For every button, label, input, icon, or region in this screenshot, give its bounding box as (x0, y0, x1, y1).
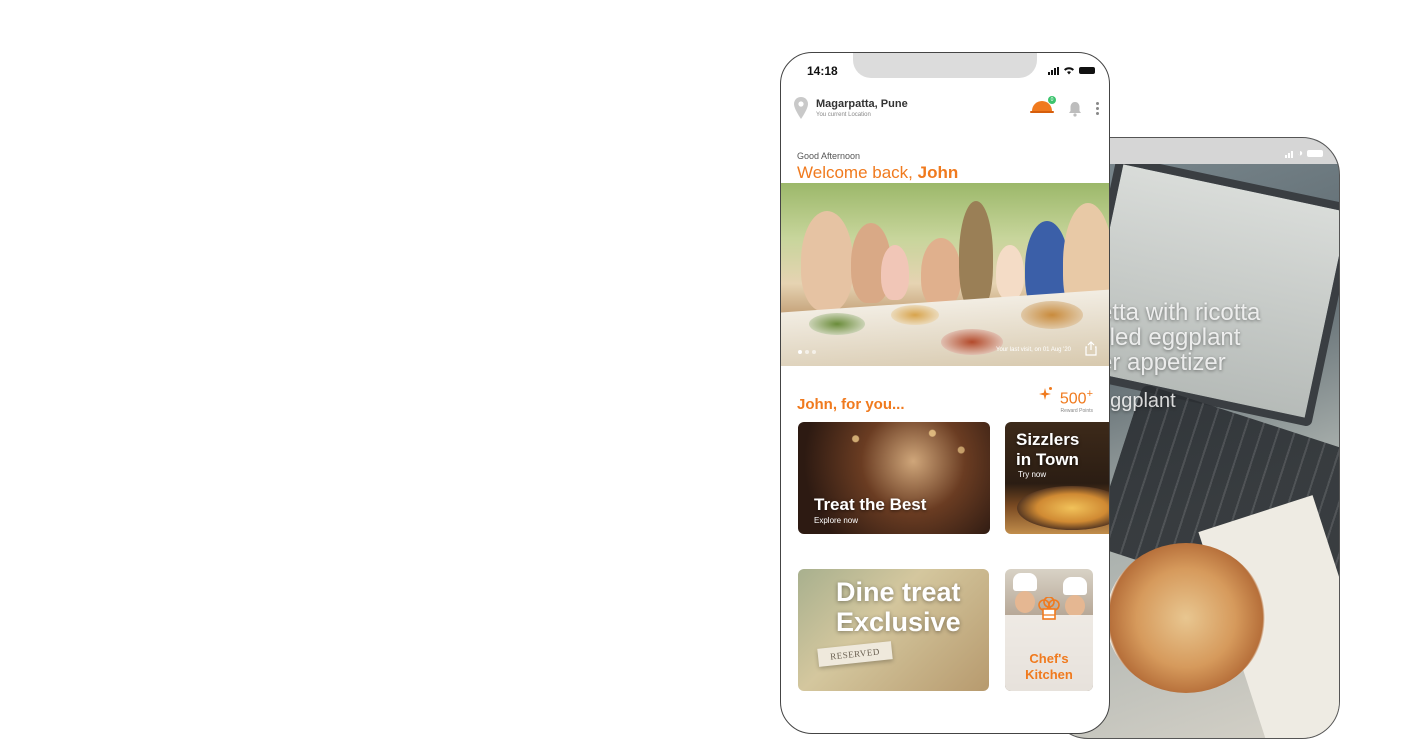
phone-notch (853, 53, 1037, 78)
food-plate (891, 305, 939, 325)
card-title: Chef's Kitchen (1005, 651, 1093, 683)
carousel-dots[interactable] (798, 350, 816, 354)
card-title-line: Sizzlers (1016, 430, 1080, 449)
signal-icon (1284, 150, 1293, 158)
caption-line: etta with ricotta (1099, 299, 1261, 326)
caption-line: illed eggplant (1099, 324, 1241, 351)
food-plate (809, 313, 865, 335)
person-figure (881, 245, 909, 300)
food-plate (1021, 301, 1083, 329)
location-subtitle: You current Location (816, 112, 871, 118)
share-icon[interactable] (1085, 341, 1097, 356)
location-title: Magarpatta, Pune (816, 98, 908, 110)
location-selector[interactable]: Magarpatta, Pune You current Location (794, 97, 908, 119)
recipe-caption: etta with ricotta illed eggplant er appe… (1099, 300, 1260, 414)
card-title: Dine treat Exclusive (836, 577, 961, 637)
card-title-line: Exclusive (836, 607, 961, 637)
bell-icon[interactable] (1068, 101, 1082, 117)
header-actions: 0 (1030, 96, 1099, 118)
caption-sub: eggplant (1099, 390, 1176, 412)
card-chefs-kitchen[interactable]: Chef's Kitchen (1005, 569, 1093, 691)
for-you-heading: John, for you... (797, 396, 905, 413)
battery-icon (1307, 150, 1323, 157)
caption-line: er appetizer (1099, 349, 1226, 376)
card-title-line: Kitchen (1025, 667, 1073, 682)
card-title: Treat the Best (814, 495, 927, 514)
card-sizzlers[interactable]: Sizzlers in Town Try now (1005, 422, 1109, 534)
more-options-icon[interactable] (1096, 102, 1099, 115)
person-figure (921, 238, 961, 308)
card-treat-the-best[interactable]: Treat the Best Explore now (798, 422, 990, 534)
card-title-line: in Town (1016, 450, 1079, 469)
salad-bowl-image (1106, 543, 1266, 693)
sizzler-plate (1017, 486, 1109, 530)
battery-icon (1079, 67, 1095, 74)
user-name: John (917, 163, 959, 182)
food-plate (941, 329, 1003, 355)
chef-face (1065, 595, 1085, 617)
status-icons (1048, 66, 1095, 75)
card-title: Sizzlers in Town (1016, 430, 1079, 470)
points-value: 500+ (1060, 385, 1093, 408)
chef-hat (1063, 577, 1087, 595)
hero-banner[interactable]: Your last visit, on 01 Aug '20 (781, 183, 1109, 366)
welcome-prefix: Welcome back, (797, 163, 918, 182)
reserved-sign: RESERVED (817, 641, 893, 667)
back-status-icons: ◑ (1284, 148, 1323, 159)
points-number: 500 (1059, 390, 1087, 408)
greeting-time: Good Afternoon (797, 151, 861, 161)
chef-hat (1013, 573, 1037, 591)
reward-points[interactable]: 500+ Reward Points (1036, 385, 1093, 414)
card-subtitle: Try now (1018, 470, 1047, 479)
main-phone: 14:18 Magarpatta, Pune You current Locat… (780, 52, 1110, 734)
points-label: Reward Points (1060, 408, 1093, 415)
points-plus: + (1086, 388, 1093, 400)
welcome-heading: Welcome back, John (797, 163, 958, 183)
chef-hat-icon (1038, 597, 1060, 620)
cart-button[interactable]: 0 (1030, 96, 1056, 118)
wifi-icon (1064, 67, 1074, 75)
location-pin-icon (794, 97, 808, 119)
cart-badge: 0 (1048, 96, 1056, 104)
card-subtitle: Explore now (814, 516, 859, 525)
card-title-line: Dine treat (836, 577, 961, 607)
signal-icon (1048, 66, 1059, 75)
last-visit-caption: Your last visit, on 01 Aug '20 (996, 347, 1071, 353)
status-time: 14:18 (807, 64, 838, 78)
chef-face (1015, 591, 1035, 613)
person-figure (996, 245, 1024, 300)
card-title-line: Chef's (1029, 651, 1069, 666)
wifi-icon: ◑ (1296, 148, 1303, 159)
person-figure (801, 211, 853, 311)
person-figure (959, 201, 993, 311)
sparkle-icon (1038, 387, 1052, 400)
card-dine-treat[interactable]: RESERVED Dine treat Exclusive (798, 569, 989, 691)
